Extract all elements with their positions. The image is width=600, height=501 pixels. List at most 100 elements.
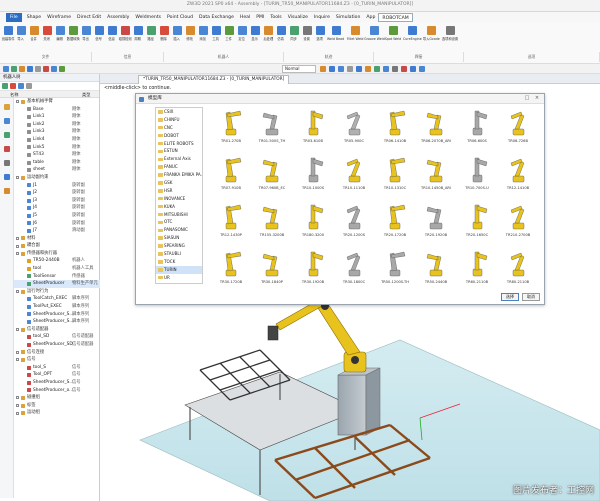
menu-pmi[interactable]: PMI (253, 13, 267, 22)
menu-wireframe[interactable]: Wireframe (44, 13, 74, 22)
tree-item[interactable]: tool_SD 信号适配器 (14, 333, 100, 341)
ribbon-button[interactable]: 工具 (210, 24, 222, 48)
expand-toggle-icon[interactable] (16, 396, 19, 400)
refresh-icon[interactable] (18, 83, 24, 89)
tree-group[interactable]: 运动组 (14, 409, 100, 417)
tree-item[interactable]: J2 旋转副 (14, 189, 100, 197)
robot-model-card[interactable]: TR07-910B (211, 152, 251, 198)
toolbar-icon[interactable] (320, 66, 326, 72)
tree-group[interactable]: 标签 (14, 402, 100, 410)
toolbar-icon[interactable] (19, 66, 25, 72)
toolbar-icon[interactable] (43, 66, 49, 72)
ribbon-button[interactable]: 创建零件 (2, 24, 14, 48)
expand-toggle-icon[interactable] (16, 411, 19, 415)
ribbon-button[interactable]: 修改 (184, 24, 196, 48)
expand-toggle-icon[interactable] (16, 404, 19, 408)
side-tool-icon[interactable] (4, 146, 10, 152)
tree-item[interactable]: Link2 刚体 (14, 121, 100, 129)
menu-app[interactable]: App (363, 13, 378, 22)
ribbon-button[interactable]: Weld Bead (327, 24, 345, 48)
robot-model-card[interactable]: TR03-610B (293, 105, 333, 151)
brand-list[interactable]: CSIX CHINFU CNC DOBOT ELITE ROBOTS ESTUN Exter… (155, 107, 203, 284)
tree-item[interactable]: SheetProducer_S... 信号 (14, 379, 100, 387)
menu-direct-edit[interactable]: Direct Edit (74, 13, 104, 22)
menu-weldments[interactable]: Weldments (132, 13, 164, 22)
brand-item[interactable]: INOVANCE (156, 195, 202, 203)
robot-model-card[interactable]: TR10-1450B_ARI (416, 152, 456, 198)
expand-toggle-icon[interactable] (16, 100, 19, 104)
check-icon[interactable] (2, 83, 8, 89)
menu-visualize[interactable]: Visualize (285, 13, 311, 22)
menu-data-exchange[interactable]: Data Exchange (196, 13, 237, 22)
ribbon-button[interactable]: 添加 (197, 24, 209, 48)
document-tab[interactable]: *TURIN_TR50_MANIPULATOR11684.Z3 - [0_TUR… (138, 75, 290, 84)
toolbar-icon[interactable] (392, 66, 398, 72)
close-icon[interactable] (10, 83, 16, 89)
ribbon-button[interactable]: 插入 (171, 24, 183, 48)
robot-model-card[interactable]: TR180-3200 (293, 199, 333, 245)
brand-item[interactable]: PANASONIC (156, 226, 202, 234)
tree-item[interactable]: ST43 刚体 (14, 151, 100, 159)
tree-group[interactable]: 信号 (14, 356, 100, 364)
brand-item[interactable]: FRANKA EMIKA PA... (156, 171, 202, 179)
brand-item[interactable]: CHINFU (156, 116, 202, 124)
menu-assembly[interactable]: Assembly (104, 13, 132, 22)
tree-item[interactable]: Link5 刚体 (14, 144, 100, 152)
toolbar-icon[interactable] (410, 66, 416, 72)
view-mode-select[interactable]: Normal (282, 65, 316, 73)
robot-model-card[interactable]: TR30-1720B (211, 246, 251, 292)
tree-item[interactable]: J3 旋转副 (14, 197, 100, 205)
robot-model-card[interactable]: TR10-1310C (375, 152, 415, 198)
brand-item[interactable]: TOCK (156, 258, 202, 266)
robot-model-card[interactable]: TR05-900C (334, 105, 374, 151)
ribbon-button[interactable]: 后处理 (262, 24, 274, 48)
brand-item[interactable]: ESTUN (156, 147, 202, 155)
tree-item[interactable]: SheetProducer_SD 信号适配器 (14, 341, 100, 349)
tree-item[interactable]: sheet 刚体 (14, 166, 100, 174)
ribbon-button[interactable]: 删除 (158, 24, 170, 48)
tree-item[interactable]: Base 刚体 (14, 106, 100, 114)
tree-group[interactable]: 碰撞组 (14, 394, 100, 402)
robot-model-card[interactable]: TR60-2110B (457, 246, 497, 292)
tree-item[interactable]: TR50-2440B 机器人 (14, 257, 100, 265)
brand-item[interactable]: KUKA (156, 203, 202, 211)
side-tool-icon[interactable] (4, 132, 10, 138)
tree-item[interactable]: Tool_OPT 信号 (14, 371, 100, 379)
tree-item[interactable]: tool 机器人工具 (14, 265, 100, 273)
ribbon-button[interactable]: 导入 (15, 24, 27, 48)
ribbon-button[interactable]: 周期 (132, 24, 144, 48)
tree-item[interactable]: SheetProducer_S... 脚本序列 (14, 318, 100, 326)
ribbon-button[interactable]: 导入Gcode (422, 24, 440, 48)
tree-item[interactable]: J4 旋转副 (14, 204, 100, 212)
tree-item[interactable]: SheetProducer_o... 信号 (14, 387, 100, 395)
expand-toggle-icon[interactable] (16, 236, 19, 240)
ribbon-button[interactable]: Fillet Weld (346, 24, 364, 48)
ribbon-button[interactable]: CureEngine (403, 24, 421, 48)
brand-item[interactable]: OTC (156, 218, 202, 226)
brand-item[interactable]: GSK (156, 179, 202, 187)
robot-model-card[interactable]: TR20-1650C (457, 199, 497, 245)
settings-icon[interactable] (26, 83, 32, 89)
expand-toggle-icon[interactable] (16, 358, 19, 362)
toolbar-icon[interactable] (11, 66, 17, 72)
tree-item[interactable]: tool_S 信号 (14, 364, 100, 372)
side-tool-icon[interactable] (4, 160, 10, 166)
brand-item[interactable]: SIASUN (156, 234, 202, 242)
toolbar-icon[interactable] (59, 66, 65, 72)
ribbon-button[interactable]: 路径 (145, 24, 157, 48)
robot-model-card[interactable]: TR155-3200B (252, 199, 292, 245)
ribbon-button[interactable]: 显示 (249, 24, 261, 48)
brand-item[interactable]: ELITE ROBOTS (156, 140, 202, 148)
maximize-icon[interactable]: □ (524, 96, 530, 102)
brand-item[interactable]: UR (156, 274, 202, 282)
menu-shape[interactable]: Shape (24, 13, 44, 22)
ribbon-button[interactable]: 信息 (106, 24, 118, 48)
robot-model-card[interactable]: TR06-726B (498, 105, 538, 151)
toolbar-icon[interactable] (365, 66, 371, 72)
tree-item[interactable]: table 刚体 (14, 159, 100, 167)
ribbon-button[interactable]: 合并 (28, 24, 40, 48)
robot-model-card[interactable]: TR12-1430P (211, 199, 251, 245)
tree-item[interactable]: ToolSensor 传感器 (14, 273, 100, 281)
ribbon-button[interactable]: 编辑 (54, 24, 66, 48)
ribbon-button[interactable]: Spot Weld (384, 24, 402, 48)
